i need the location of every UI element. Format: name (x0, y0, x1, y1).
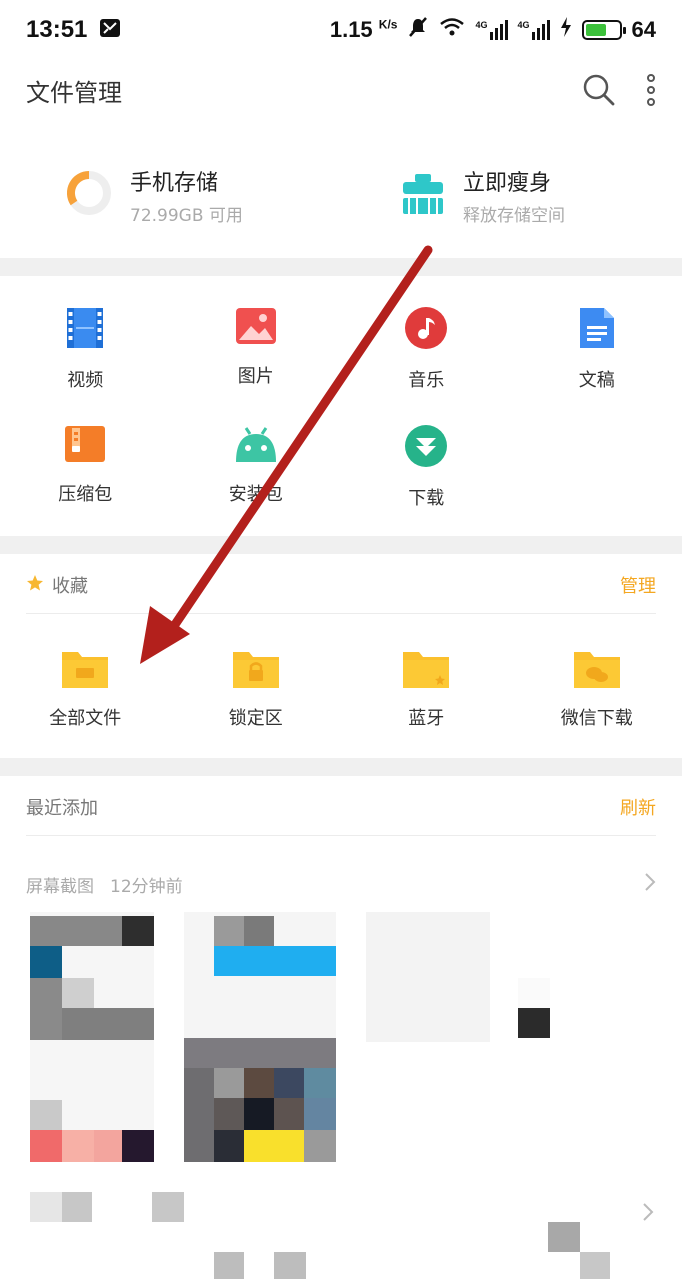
music-icon (404, 306, 448, 354)
phone-storage-sub: 72.99GB 可用 (130, 205, 243, 226)
category-video[interactable]: 视频 (0, 278, 171, 396)
category-label: 音乐 (408, 370, 445, 391)
category-label: 文稿 (578, 370, 615, 391)
category-images[interactable]: 图片 (171, 278, 342, 396)
search-icon[interactable] (582, 73, 616, 107)
net2-label: 4G (517, 20, 530, 30)
lock-folder-icon (231, 648, 281, 694)
category-music[interactable]: 音乐 (341, 278, 512, 396)
header-actions (582, 73, 656, 107)
phone-storage-title: 手机存储 (130, 170, 219, 196)
net1-label: 4G (475, 20, 488, 30)
slim-down-text: 立即瘦身 释放存储空间 (463, 165, 565, 226)
favorites-row: 全部文件 锁定区 蓝牙 微信下载 (0, 614, 682, 730)
status-time: 13:51 (26, 16, 88, 43)
folder-icon (60, 648, 110, 694)
status-bar: 13:51 1.15 K/s 4G 4G 64 (0, 0, 682, 60)
recent-header: 最近添加 刷新 (26, 778, 656, 836)
favorite-label: 锁定区 (228, 708, 283, 729)
star-icon (26, 574, 44, 596)
battery-icon (581, 20, 626, 40)
download-icon (404, 424, 448, 472)
category-label: 视频 (67, 370, 104, 391)
category-row: 视频 图片 音乐 文稿 (0, 278, 682, 396)
speed-unit: K/s (378, 17, 398, 32)
slim-down-sub: 释放存储空间 (463, 205, 565, 226)
recent-group-time: 12分钟前 (110, 876, 183, 897)
bluetooth-folder-icon (401, 648, 451, 694)
favorite-all-files[interactable]: 全部文件 (0, 614, 171, 730)
speed-value: 1.15 (329, 17, 373, 42)
image-icon (235, 306, 277, 350)
more-options-icon[interactable] (646, 73, 656, 107)
app-header: 文件管理 (0, 60, 682, 120)
thumbnail[interactable] (184, 912, 336, 1162)
favorite-bluetooth[interactable]: 蓝牙 (341, 614, 512, 730)
document-icon (578, 306, 616, 354)
network-speed: 1.15 K/s (330, 17, 398, 43)
status-left: 13:51 (26, 16, 121, 44)
battery-percent: 64 (631, 17, 656, 42)
section-divider (0, 758, 682, 776)
category-downloads[interactable]: 下载 (341, 396, 512, 514)
recent-title: 最近添加 (26, 797, 98, 819)
category-label: 图片 (237, 366, 274, 387)
slim-down-title: 立即瘦身 (463, 170, 552, 196)
category-row: 压缩包 安装包 下载 (0, 396, 682, 514)
page-title: 文件管理 (26, 78, 122, 107)
refresh-button[interactable]: 刷新 (620, 794, 656, 820)
storage-section: 手机存储 72.99GB 可用 立即瘦身 释放存储空间 (0, 140, 682, 250)
storage-ring-icon (66, 170, 112, 220)
thumbnail[interactable] (518, 978, 550, 1038)
wifi-icon (439, 17, 465, 43)
next-group-thumbnails (0, 1192, 682, 1279)
thumbnail[interactable] (30, 912, 154, 1162)
clean-icon (401, 170, 445, 220)
recent-thumbnails (0, 902, 682, 1172)
slim-down-card[interactable]: 立即瘦身 释放存储空间 (341, 140, 682, 250)
category-label: 压缩包 (58, 484, 113, 505)
section-divider (0, 258, 682, 276)
signal-icon-1: 4G (475, 20, 508, 40)
video-icon (65, 306, 105, 354)
notification-icon (99, 17, 121, 44)
android-icon (234, 424, 278, 468)
category-apks[interactable]: 安装包 (171, 396, 342, 514)
charging-icon (560, 17, 572, 43)
favorites-section: 收藏 管理 全部文件 锁定区 蓝牙 微信下载 (0, 556, 682, 758)
favorites-header: 收藏 管理 (26, 556, 656, 614)
favorite-wechat-downloads[interactable]: 微信下载 (512, 614, 682, 730)
favorite-label: 蓝牙 (408, 708, 445, 729)
category-label: 安装包 (228, 484, 283, 505)
favorite-label: 微信下载 (560, 708, 633, 729)
wechat-folder-icon (572, 648, 622, 694)
phone-storage-card[interactable]: 手机存储 72.99GB 可用 (0, 140, 341, 250)
mute-icon (407, 16, 429, 44)
archive-icon (64, 424, 106, 468)
category-label: 下载 (408, 488, 445, 509)
section-divider (0, 536, 682, 554)
signal-icon-2: 4G (518, 20, 550, 40)
category-archives[interactable]: 压缩包 (0, 396, 171, 514)
status-right: 1.15 K/s 4G 4G 64 (330, 16, 656, 44)
chevron-right-icon (644, 872, 656, 896)
thumbnail[interactable] (366, 912, 490, 1042)
recent-group-title: 屏幕截图 (26, 876, 94, 897)
phone-storage-text: 手机存储 72.99GB 可用 (130, 165, 243, 226)
manage-button[interactable]: 管理 (620, 572, 656, 598)
favorite-label: 全部文件 (49, 708, 122, 729)
favorites-title: 收藏 (52, 575, 88, 597)
battery-fill (585, 24, 606, 36)
category-documents[interactable]: 文稿 (512, 278, 682, 396)
category-grid: 视频 图片 音乐 文稿 压缩包 安装包 下载 (0, 278, 682, 536)
favorite-locked-area[interactable]: 锁定区 (171, 614, 342, 730)
